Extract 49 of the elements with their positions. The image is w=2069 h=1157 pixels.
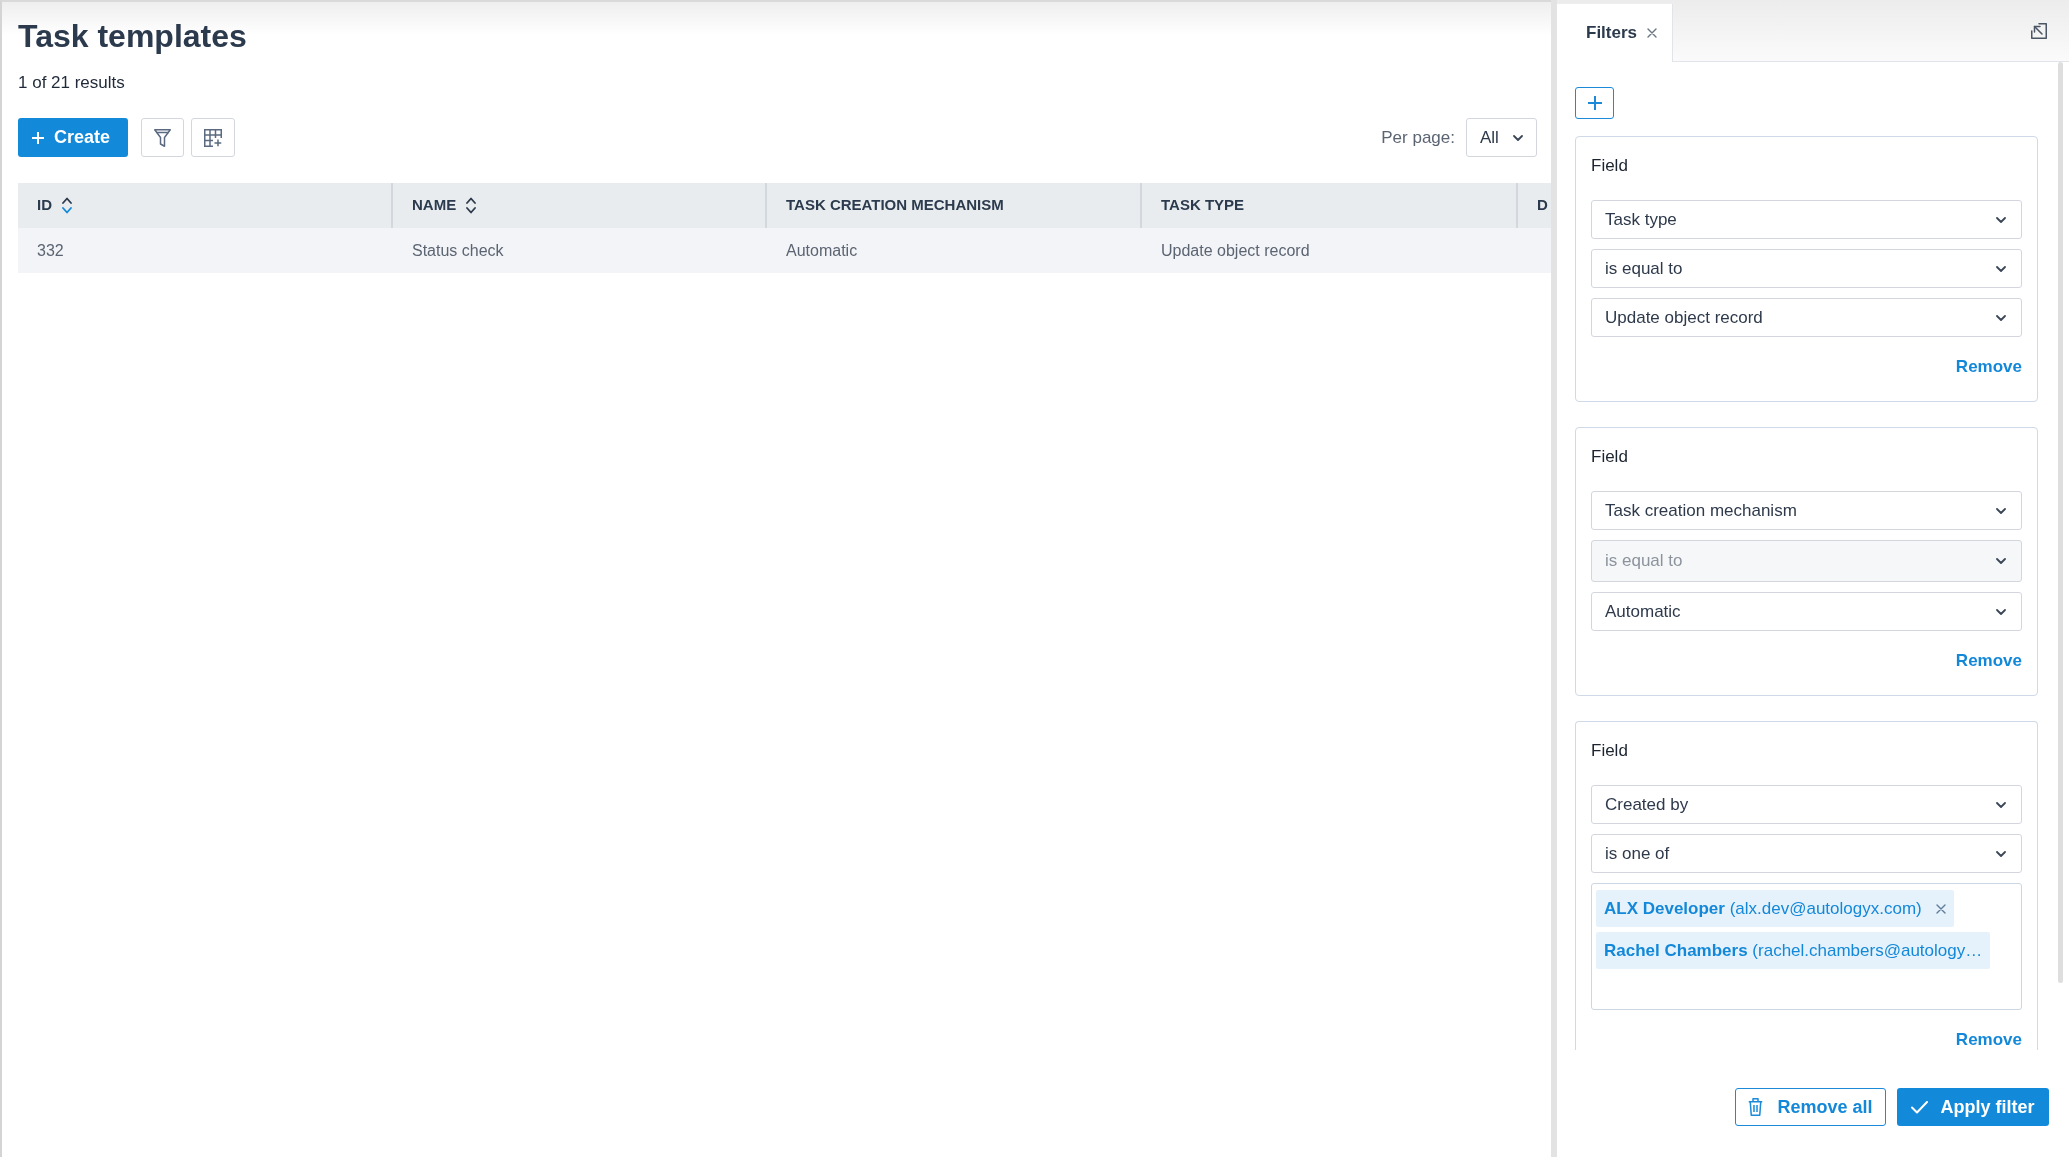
apply-filter-button[interactable]: Apply filter xyxy=(1897,1088,2049,1126)
chevron-down-icon xyxy=(1996,507,2006,514)
funnel-icon xyxy=(154,128,171,147)
chevron-down-icon xyxy=(1996,558,2006,564)
dropdown[interactable]: is equal to xyxy=(1591,249,2022,288)
chevron-down-icon xyxy=(1996,314,2006,321)
close-icon[interactable] xyxy=(1647,28,1658,38)
dropdown[interactable]: Created by xyxy=(1591,785,2022,824)
create-button[interactable]: Create xyxy=(18,118,128,157)
field-label: Field xyxy=(1591,740,1628,762)
tab[interactable]: Filters xyxy=(1557,4,1674,62)
per-page-label: Per page: xyxy=(1381,126,1455,149)
dropdown[interactable]: Update object record xyxy=(1591,298,2022,337)
dropdown[interactable]: Task creation mechanism xyxy=(1591,491,2022,530)
table-cell-text: Update object record xyxy=(1160,240,1311,261)
chevron-down-icon xyxy=(1996,801,2006,808)
per-page-dropdown[interactable]: All xyxy=(1466,118,1537,157)
page-title: Task templates xyxy=(18,17,247,56)
plus-icon xyxy=(32,131,44,144)
dropdown[interactable]: Task type xyxy=(1591,200,2022,239)
close-icon[interactable] xyxy=(1935,903,1946,914)
chevron-down-icon xyxy=(1996,608,2006,615)
chevron-down-icon xyxy=(1996,216,2006,223)
chevron-down-icon xyxy=(1996,850,2006,857)
remove-all-button[interactable]: Remove all xyxy=(1735,1088,1886,1126)
remove-link[interactable]: Remove xyxy=(1955,649,2022,673)
table-plus-icon xyxy=(204,128,222,147)
table-cell-text: Status check xyxy=(411,240,505,261)
table-cell-text: Automatic xyxy=(785,240,859,261)
plus-icon xyxy=(1587,96,1602,110)
chevron-down-icon xyxy=(1513,134,1523,141)
columns-button[interactable] xyxy=(191,118,235,157)
results-count: 1 of 21 results xyxy=(18,72,125,94)
trash-icon xyxy=(1748,1098,1764,1116)
scrollbar-thumb[interactable] xyxy=(2058,62,2063,983)
field-label: Field xyxy=(1591,155,1628,177)
dropdown[interactable]: is one of xyxy=(1591,834,2022,873)
check-icon xyxy=(1911,1100,1929,1114)
column-header[interactable]: ID xyxy=(18,183,391,228)
corner-arrow-icon[interactable] xyxy=(2031,22,2047,39)
table-cell-text: 332 xyxy=(36,240,65,261)
field-label: Field xyxy=(1591,446,1628,468)
dropdown[interactable]: Automatic xyxy=(1591,592,2022,631)
chevron-down-icon xyxy=(1996,265,2006,272)
filter-button[interactable] xyxy=(141,118,184,157)
remove-link[interactable]: Remove xyxy=(1955,1030,2022,1050)
add-filter-button[interactable] xyxy=(1575,87,1614,119)
table-row[interactable]: 332 Status check Automatic Update object record xyxy=(18,228,1551,273)
remove-link[interactable]: Remove xyxy=(1955,355,2022,379)
